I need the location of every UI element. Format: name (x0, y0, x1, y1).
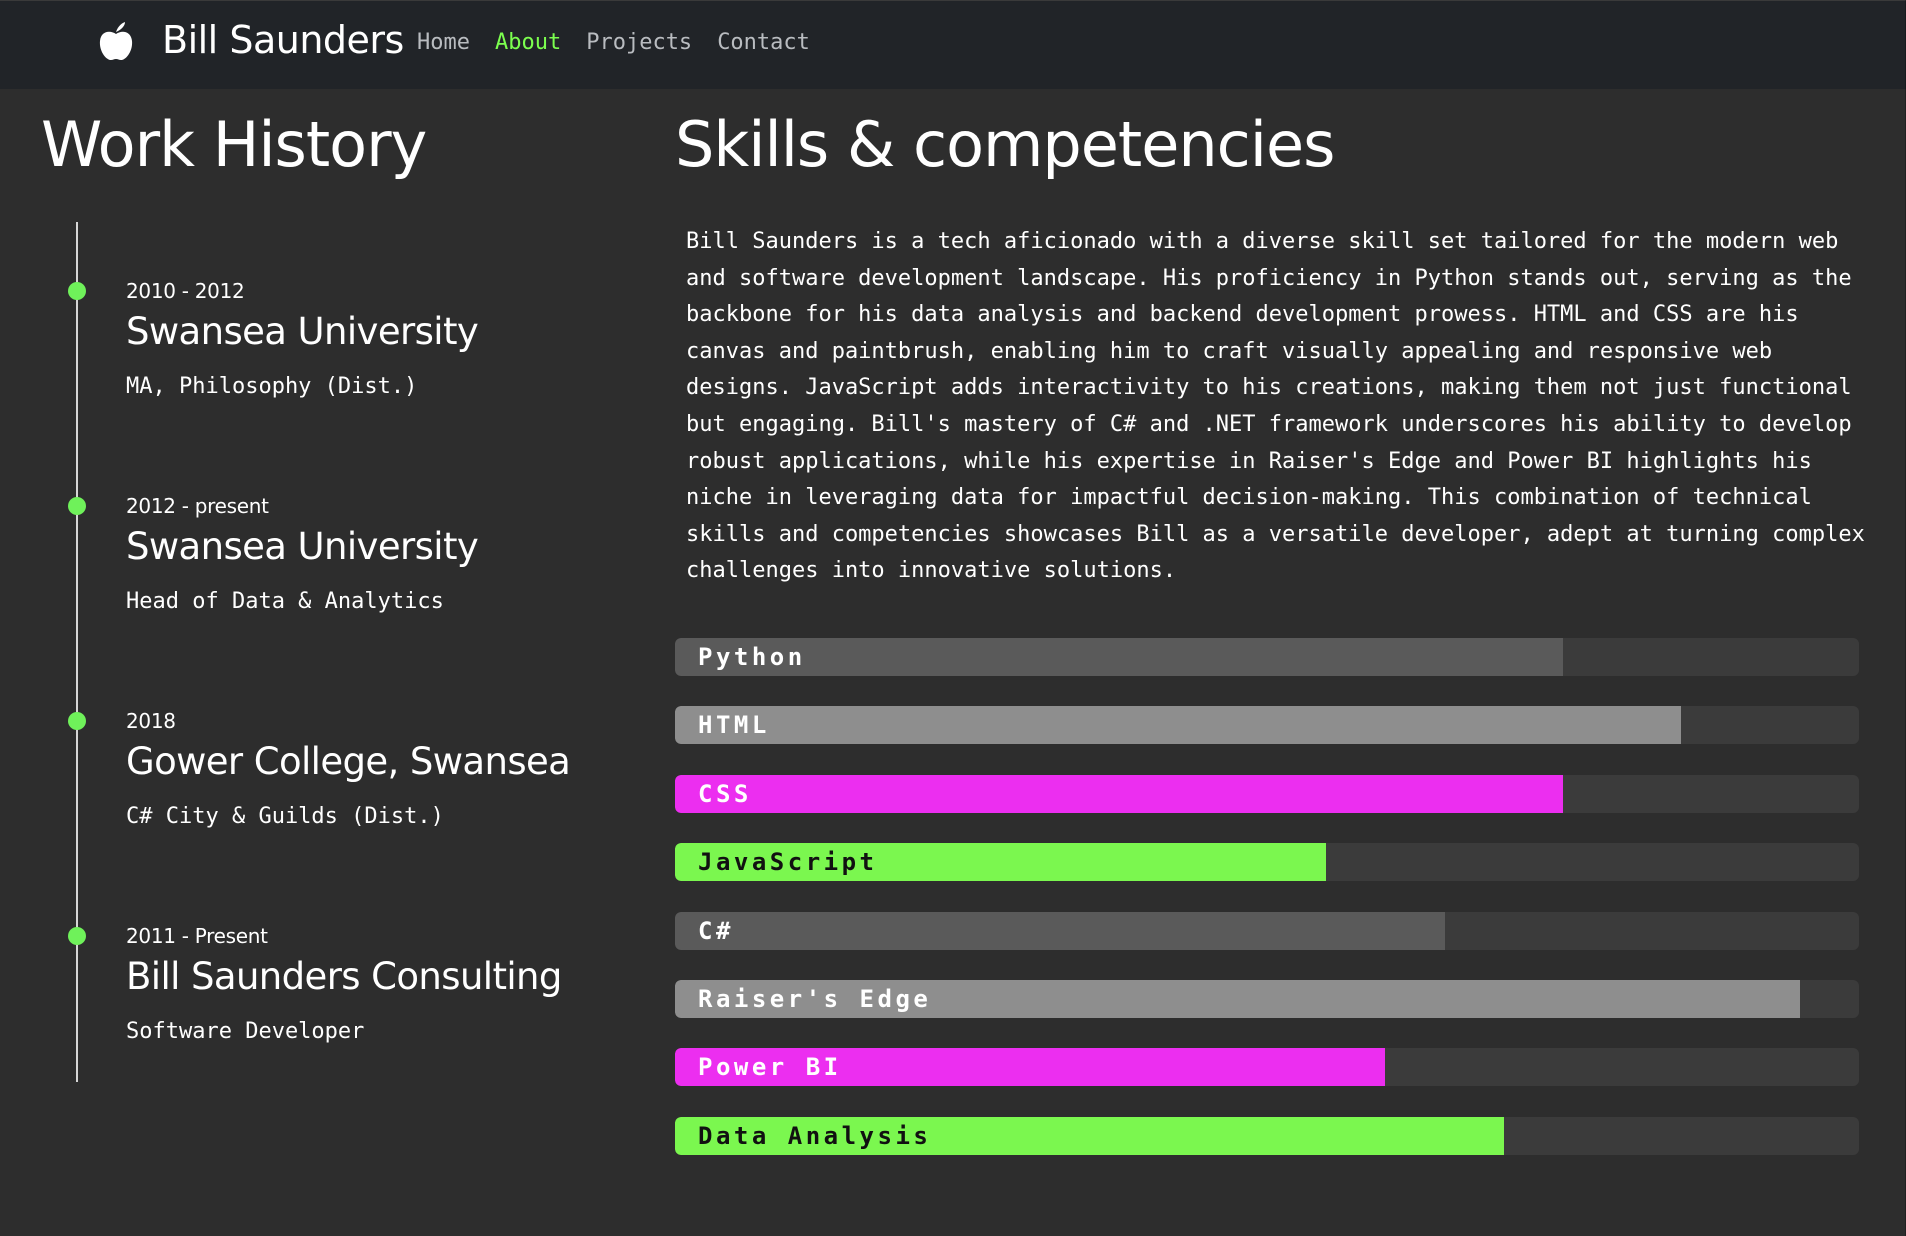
timeline-role: C# City & Guilds (Dist.) (126, 804, 444, 829)
nav-link-contact[interactable]: Contact (717, 30, 810, 55)
skills-description: Bill Saunders is a tech aficionado with … (686, 229, 1865, 584)
brand-name[interactable]: Bill Saunders (162, 18, 404, 62)
nav-links: Home About Projects Contact (417, 30, 810, 55)
timeline-date: 2018 (126, 709, 176, 733)
timeline-org: Swansea University (126, 525, 479, 568)
timeline-item: 2010 - 2012 Swansea University MA, Philo… (40, 279, 600, 442)
timeline-org: Gower College, Swansea (126, 740, 571, 783)
skill-bar-css: CSS (675, 774, 1859, 813)
timeline-role: MA, Philosophy (Dist.) (126, 374, 418, 399)
skill-bar-csharp: C# (675, 911, 1859, 950)
timeline-dot (68, 927, 86, 945)
timeline-date: 2011 - Present (126, 924, 268, 948)
timeline-date: 2012 - present (126, 494, 269, 518)
timeline-item: 2012 - present Swansea University Head o… (40, 494, 600, 657)
timeline-role: Head of Data & Analytics (126, 589, 444, 614)
skill-bar-power-bi: Power BI (675, 1048, 1859, 1087)
skill-fill (675, 706, 1682, 745)
timeline-dot (68, 282, 86, 300)
skills-title: Skills & competencies (675, 108, 1335, 181)
skill-label: HTML (698, 711, 770, 740)
timeline-date: 2010 - 2012 (126, 279, 245, 303)
nav-link-home[interactable]: Home (417, 30, 470, 55)
skill-bars: Python HTML CSS JavaScript C# Raiser's E… (675, 638, 1859, 1185)
skill-bar-javascript: JavaScript (675, 843, 1859, 882)
skill-label: JavaScript (698, 848, 878, 877)
skill-fill (675, 638, 1563, 676)
skill-label: Raiser's Edge (698, 984, 932, 1013)
work-history-title: Work History (41, 108, 427, 181)
apple-icon[interactable] (98, 21, 134, 61)
skill-fill (675, 911, 1445, 950)
timeline-item: 2011 - Present Bill Saunders Consulting … (40, 924, 600, 1087)
timeline-role: Software Developer (126, 1019, 365, 1044)
skill-label: Python (698, 643, 806, 671)
skill-bar-raisers-edge: Raiser's Edge (675, 979, 1859, 1018)
timeline-dot (68, 712, 86, 730)
timeline-org: Bill Saunders Consulting (126, 955, 562, 998)
nav-link-projects[interactable]: Projects (586, 30, 692, 55)
skill-fill (675, 774, 1563, 813)
skill-label: Power BI (698, 1053, 842, 1082)
timeline-org: Swansea University (126, 310, 479, 353)
navbar: Bill Saunders Home About Projects Contac… (0, 0, 1906, 89)
skill-bar-html: HTML (675, 706, 1859, 745)
timeline-item: 2018 Gower College, Swansea C# City & Gu… (40, 709, 600, 872)
nav-link-about[interactable]: About (495, 30, 561, 55)
timeline-dot (68, 497, 86, 515)
work-history-timeline: 2010 - 2012 Swansea University MA, Philo… (40, 222, 600, 1082)
skill-label: C# (698, 916, 734, 945)
skill-bar-python: Python (675, 638, 1859, 676)
skill-label: CSS (698, 779, 752, 808)
skill-label: Data Analysis (698, 1121, 932, 1150)
skill-bar-data-analysis: Data Analysis (675, 1116, 1859, 1155)
